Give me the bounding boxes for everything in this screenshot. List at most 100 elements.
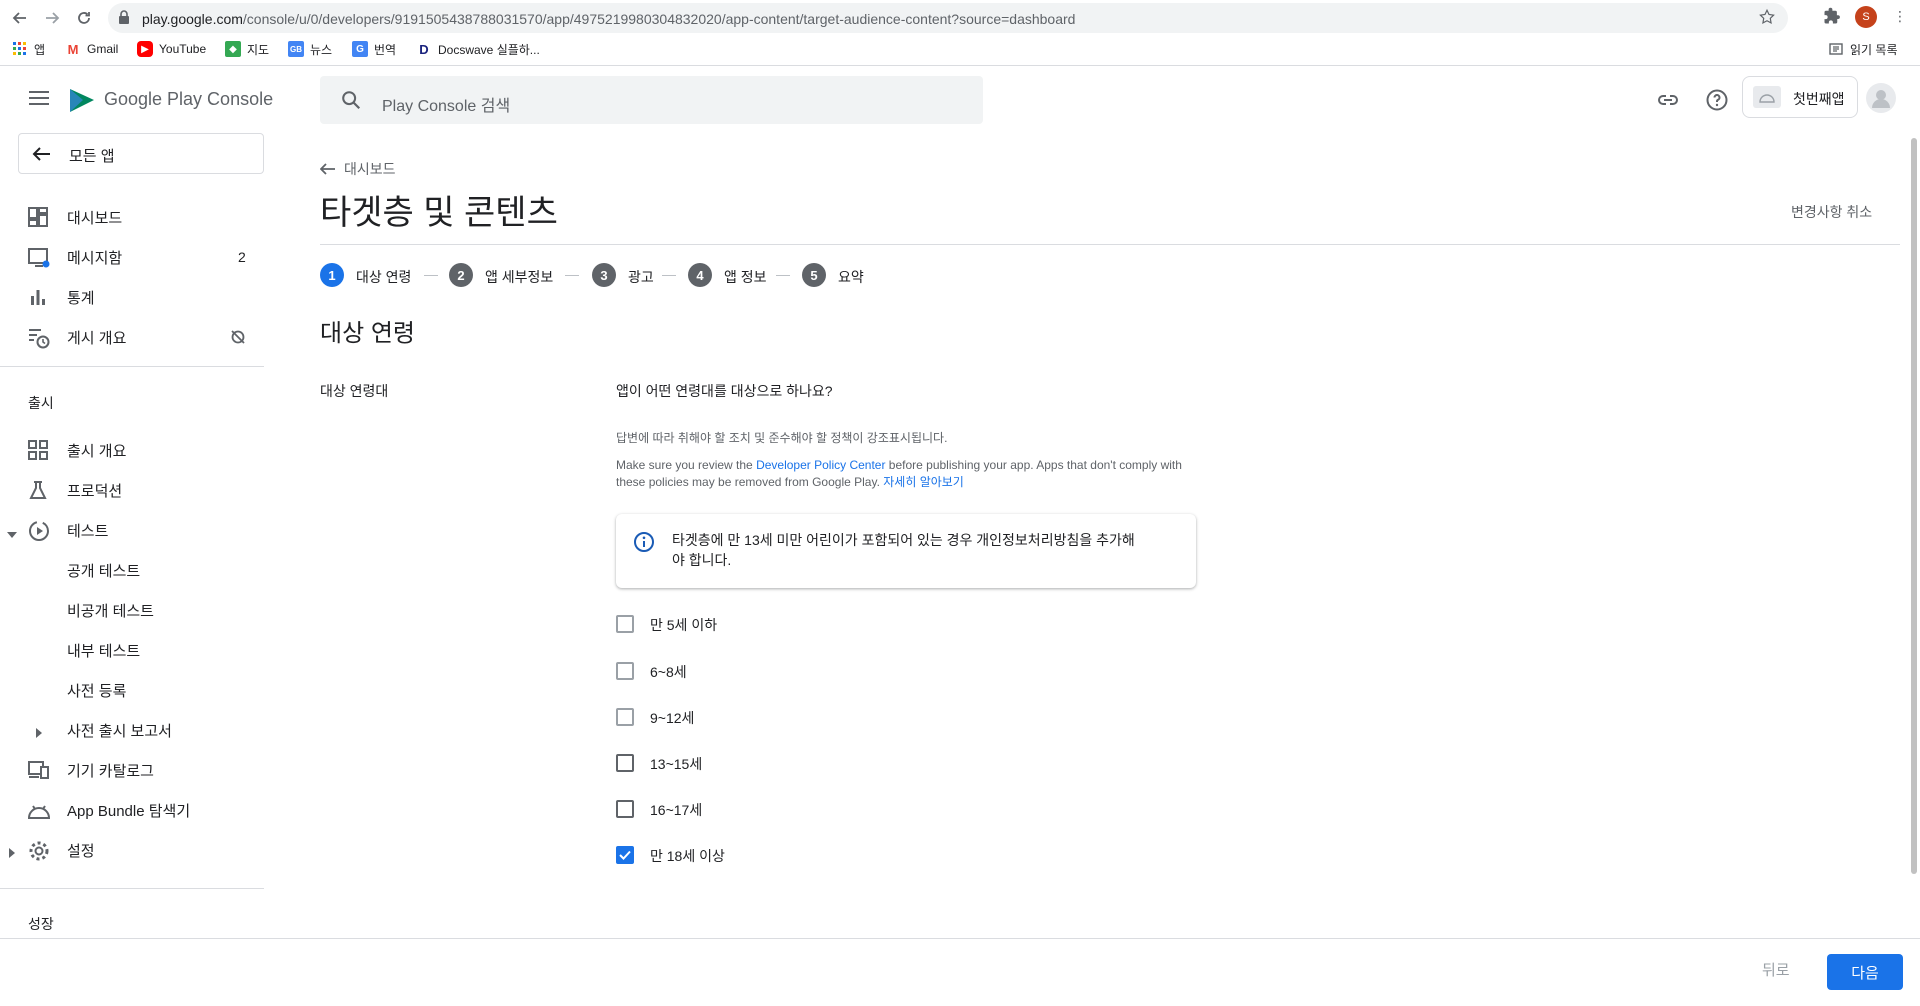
forward-arrow-icon[interactable] (40, 6, 64, 30)
sidebar-item-testing[interactable]: 테스트 (0, 512, 264, 548)
browser-menu-icon[interactable]: ⋮ (1893, 8, 1907, 25)
sidebar-item-label: 게시 개요 (67, 329, 127, 347)
search-placeholder: Play Console 검색 (382, 98, 511, 115)
step-connector (424, 275, 438, 276)
step-5-label[interactable]: 요약 (838, 267, 864, 287)
question-text: 앱이 어떤 연령대를 대상으로 하나요? (616, 383, 833, 399)
bookmark-translate[interactable]: G 번역 (352, 40, 396, 58)
step-3-label[interactable]: 광고 (628, 267, 654, 287)
footer-bar: 뒤로 다음 (0, 938, 1920, 1006)
bookmark-star-icon[interactable] (1758, 8, 1776, 31)
sidebar-item-device-catalog[interactable]: 기기 카탈로그 (0, 752, 264, 788)
sidebar-item-publishing-overview[interactable]: 게시 개요 (0, 319, 264, 355)
bookmark-gmail[interactable]: M Gmail (65, 40, 118, 58)
sidebar-item-dashboard[interactable]: 대시보드 (0, 199, 264, 235)
inbox-icon (28, 247, 50, 269)
checkbox-age-5-under[interactable] (616, 615, 634, 633)
extensions-icon[interactable] (1823, 7, 1841, 30)
policy-text: Make sure you review the Developer Polic… (616, 458, 1182, 489)
release-overview-icon (28, 440, 50, 462)
checkbox-age-16-17[interactable] (616, 800, 634, 818)
bookmark-docswave[interactable]: D Docswave 실플하... (416, 40, 540, 58)
sidebar-item-label: 기기 카탈로그 (67, 762, 154, 780)
checkbox-age-9-12[interactable] (616, 708, 634, 726)
arrow-left-icon (320, 163, 335, 175)
sidebar-item-open-testing[interactable]: 공개 테스트 (0, 552, 264, 588)
all-apps-button[interactable]: 모든 앱 (18, 133, 264, 174)
step-3-number[interactable]: 3 (592, 263, 616, 287)
bookmark-youtube[interactable]: ▶ YouTube (137, 40, 206, 58)
gmail-icon: M (65, 41, 81, 57)
step-4-number[interactable]: 4 (688, 263, 712, 287)
reload-icon[interactable] (72, 6, 96, 30)
address-bar[interactable]: play.google.com/console/u/0/developers/9… (108, 3, 1788, 33)
sidebar-section-release: 출시 (28, 395, 54, 411)
sidebar-item-label: 공개 테스트 (67, 562, 141, 580)
info-card: 타겟층에 만 13세 미만 어린이가 포함되어 있는 경우 개인정보처리방침을 … (616, 514, 1196, 588)
step-2-label[interactable]: 앱 세부정보 (485, 267, 553, 287)
all-apps-label: 모든 앱 (69, 148, 115, 165)
search-bar[interactable]: Play Console 검색 (320, 76, 983, 124)
info-text: 타겟층에 만 13세 미만 어린이가 포함되어 있는 경우 개인정보처리방침을 … (672, 532, 1135, 568)
publishing-clock-icon (28, 327, 50, 349)
sidebar-item-statistics[interactable]: 통계 (0, 279, 264, 315)
sidebar-item-label: App Bundle 탐색기 (67, 802, 191, 820)
step-2-number[interactable]: 2 (449, 263, 473, 287)
sidebar-item-inbox[interactable]: 메시지함 2 (0, 239, 264, 275)
play-console-logo-icon (67, 85, 97, 120)
bookmark-maps[interactable]: ◆ 지도 (225, 40, 269, 58)
reading-list[interactable]: 읽기 목록 (1828, 40, 1898, 58)
option-label: 13~15세 (650, 756, 703, 772)
sidebar-item-internal-testing[interactable]: 내부 테스트 (0, 632, 264, 668)
sidebar-item-label: 테스트 (67, 522, 109, 540)
search-icon (340, 89, 362, 116)
sidebar-divider (0, 366, 264, 367)
learn-more-link[interactable]: 자세히 알아보기 (883, 475, 964, 489)
step-1-number[interactable]: 1 (320, 263, 344, 287)
caret-right-icon (35, 725, 43, 742)
dashboard-icon (28, 207, 50, 229)
app-selector[interactable]: 첫번째앱 (1742, 76, 1858, 118)
link-icon[interactable] (1656, 88, 1680, 117)
app-header: Google Play Console Play Console 검색 첫번째앱 (0, 67, 1920, 133)
breadcrumb[interactable]: 대시보드 (320, 159, 396, 179)
bookmark-apps[interactable]: 앱 (12, 40, 45, 58)
sidebar-divider (0, 888, 264, 889)
sidebar-item-production[interactable]: 프로덕션 (0, 472, 264, 508)
youtube-icon: ▶ (137, 41, 153, 57)
sidebar-section-growth: 성장 (28, 916, 54, 932)
sidebar-item-closed-testing[interactable]: 비공개 테스트 (0, 592, 264, 628)
profile-avatar[interactable]: S (1855, 6, 1877, 28)
check-icon (619, 850, 631, 860)
step-4-label[interactable]: 앱 정보 (724, 267, 767, 287)
checkbox-age-6-8[interactable] (616, 662, 634, 680)
inbox-count-badge: 2 (238, 249, 246, 265)
option-label: 만 5세 이하 (650, 617, 718, 633)
next-button[interactable]: 다음 (1827, 954, 1903, 990)
developer-policy-link[interactable]: Developer Policy Center (756, 458, 885, 472)
option-label: 16~17세 (650, 802, 703, 818)
step-5-number[interactable]: 5 (802, 263, 826, 287)
field-label: 대상 연령대 (320, 383, 389, 399)
sidebar-item-release-overview[interactable]: 출시 개요 (0, 432, 264, 468)
menu-icon[interactable] (28, 90, 50, 111)
docswave-icon: D (416, 41, 432, 57)
bookmark-news[interactable]: GB 뉴스 (288, 40, 332, 58)
sidebar-item-app-bundle-explorer[interactable]: App Bundle 탐색기 (0, 792, 264, 828)
step-1-label[interactable]: 대상 연령 (356, 267, 411, 287)
account-avatar[interactable] (1866, 83, 1896, 113)
back-button[interactable]: 뒤로 (1762, 959, 1790, 980)
sidebar-item-settings[interactable]: 설정 (0, 832, 264, 868)
discard-changes-button[interactable]: 변경사항 취소 (1791, 202, 1872, 222)
help-icon[interactable] (1705, 88, 1729, 117)
scrollbar[interactable] (1911, 138, 1917, 874)
bar-chart-icon (28, 287, 50, 309)
app-name: 첫번째앱 (1793, 91, 1845, 107)
checkbox-age-18-over[interactable] (616, 846, 634, 864)
sidebar-item-label: 출시 개요 (67, 442, 127, 460)
back-arrow-icon[interactable] (8, 6, 32, 30)
checkbox-age-13-15[interactable] (616, 754, 634, 772)
sidebar-item-pre-launch-report[interactable]: 사전 출시 보고서 (0, 712, 264, 748)
arrow-left-icon (31, 146, 51, 167)
sidebar-item-pre-registration[interactable]: 사전 등록 (0, 672, 264, 708)
